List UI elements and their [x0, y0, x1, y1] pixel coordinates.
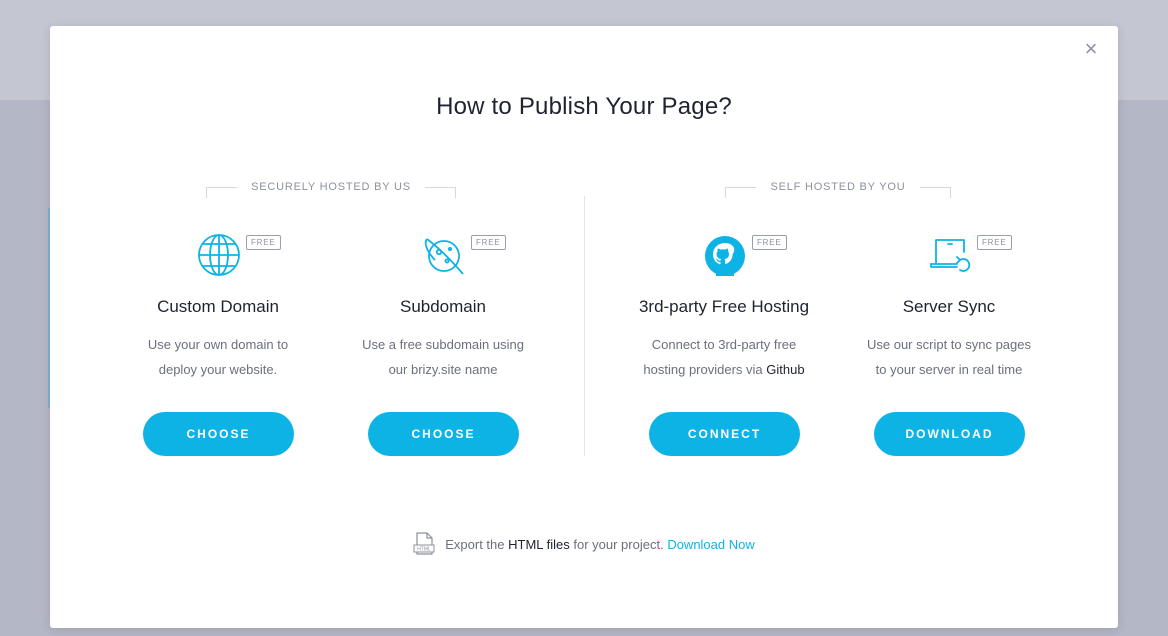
bracket-decoration [919, 186, 951, 198]
option-title: Custom Domain [157, 297, 279, 316]
export-html-row: HTML Export the HTML files for your proj… [50, 532, 1118, 556]
download-now-link[interactable]: Download Now [667, 537, 754, 552]
svg-text:HTML: HTML [417, 547, 431, 553]
close-icon[interactable]: × [1082, 38, 1100, 60]
globe-icon [198, 234, 240, 276]
section-label: SELF HOSTED BY YOU [770, 181, 906, 193]
export-text: for your project. [569, 536, 668, 552]
section-header-self: SELF HOSTED BY YOU [716, 176, 960, 198]
option-description: Use a free subdomain using our brizy.sit… [333, 332, 553, 382]
publish-modal: × How to Publish Your Page? SECURELY HOS… [50, 26, 1118, 628]
bracket-decoration [725, 186, 757, 198]
description-line: Use your own domain to [147, 337, 289, 352]
option-subdomain: FREE Subdomain Use a free subdomain usin… [333, 226, 553, 456]
bracket-decoration [424, 186, 456, 198]
modal-title: How to Publish Your Page? [436, 93, 732, 120]
option-title: 3rd-party Free Hosting [638, 297, 810, 316]
free-badge: FREE [471, 235, 506, 250]
description-line: hosting providers via Github [614, 357, 834, 382]
option-third-party-hosting: FREE 3rd-party Free Hosting Connect to 3… [614, 226, 834, 456]
option-description: Use our script to sync pages to your ser… [839, 332, 1059, 382]
download-server-sync-button[interactable]: DOWNLOAD [874, 412, 1025, 456]
description-line: to your server in real time [875, 362, 1023, 377]
description-line: Connect to 3rd-party free [651, 337, 797, 352]
free-badge: FREE [752, 235, 787, 250]
option-title: Subdomain [399, 297, 486, 316]
choose-subdomain-button[interactable]: CHOOSE [368, 412, 519, 456]
planet-icon [424, 238, 464, 275]
connect-hosting-button[interactable]: CONNECT [649, 412, 800, 456]
laptop-sync-icon [930, 239, 971, 272]
section-header-hosted: SECURELY HOSTED BY US [200, 176, 462, 198]
github-icon [705, 236, 745, 276]
option-custom-domain: FREE Custom Domain Use your own domain t… [108, 226, 328, 456]
export-text: Export the [445, 536, 509, 552]
option-server-sync: FREE Server Sync Use our script to sync … [839, 226, 1059, 456]
option-title: Server Sync [902, 297, 996, 316]
option-description: Connect to 3rd-party free hosting provid… [614, 332, 834, 382]
description-text: hosting providers via [643, 362, 767, 377]
html-file-icon: HTML [413, 532, 435, 555]
section-divider [584, 196, 585, 456]
description-line: Use a free subdomain using [362, 337, 524, 352]
description-line: Use our script to sync pages [866, 337, 1032, 352]
github-label: Github [766, 362, 805, 377]
description-line: deploy your website. [158, 362, 278, 377]
section-label: SECURELY HOSTED BY US [251, 181, 411, 193]
export-html-files: HTML files [508, 536, 570, 552]
description-line: our brizy.site name [388, 362, 498, 377]
free-badge: FREE [977, 235, 1012, 250]
free-badge: FREE [246, 235, 281, 250]
choose-custom-domain-button[interactable]: CHOOSE [143, 412, 294, 456]
bracket-decoration [206, 186, 238, 198]
option-description: Use your own domain to deploy your websi… [108, 332, 328, 382]
